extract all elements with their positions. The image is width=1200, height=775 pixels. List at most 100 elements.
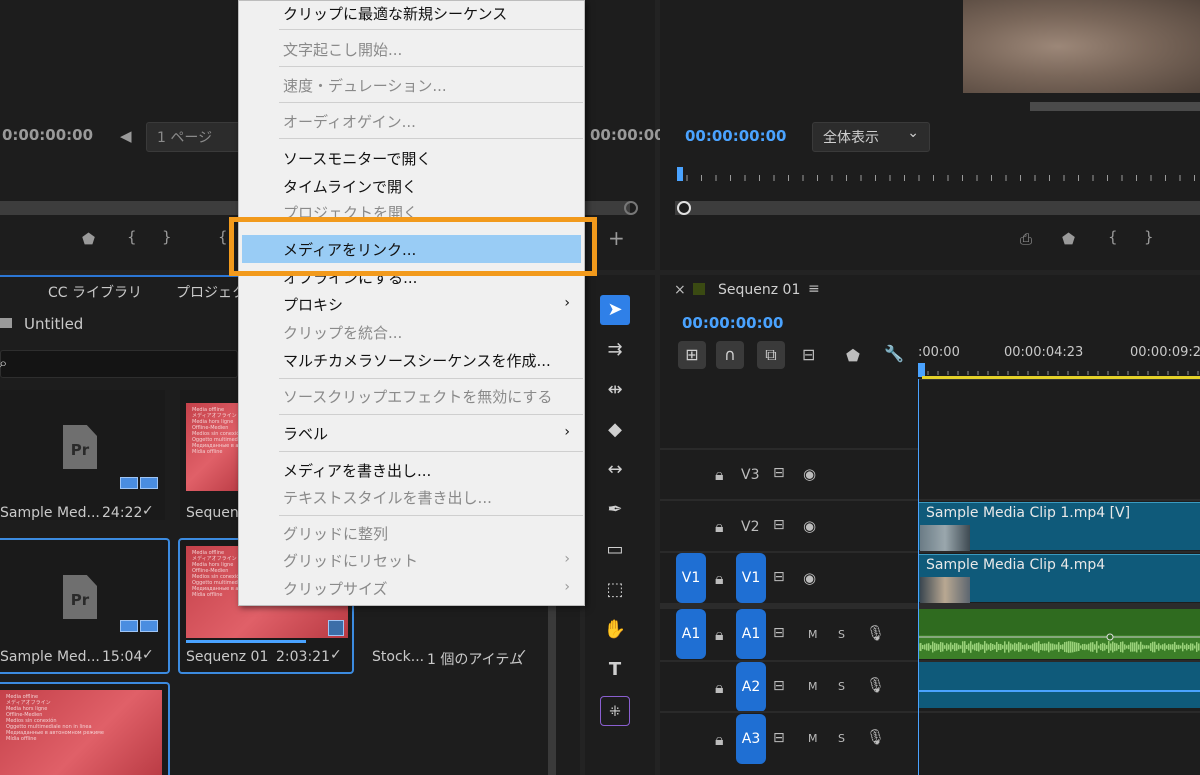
video-clip-4[interactable]: Sample Media Clip 4.mp4 xyxy=(918,554,1200,603)
menu-item-new-sequence-from-clip[interactable]: クリップに最適な新規シーケンス xyxy=(283,3,507,24)
mute-button[interactable]: M xyxy=(808,628,818,641)
go-to-in-icon[interactable]: { xyxy=(218,228,228,246)
microphone-icon[interactable]: 🎙︎ xyxy=(866,728,885,746)
mark-in-icon[interactable]: { xyxy=(127,228,137,246)
mute-button[interactable]: M xyxy=(808,732,818,745)
menu-item-merge-clips: クリップを統合... xyxy=(283,324,403,342)
program-playhead-handle[interactable] xyxy=(677,201,691,215)
add-marker-icon[interactable]: ⬟ xyxy=(846,346,860,365)
item-duration: 24:22 xyxy=(102,505,143,521)
selection-tool-icon[interactable]: ➤ xyxy=(600,295,630,325)
linked-selection-icon[interactable]: ⧉ xyxy=(757,341,785,369)
lock-icon[interactable]: 🔒︎ xyxy=(715,569,724,589)
menu-item-label[interactable]: ラベル xyxy=(283,423,328,444)
item-name: Sample Med... xyxy=(0,649,100,665)
remix-tool-icon[interactable]: ⁜ xyxy=(600,696,630,726)
eye-icon[interactable]: ◉ xyxy=(803,569,816,587)
search-input[interactable]: ⌕ xyxy=(0,350,238,378)
add-edit-icon[interactable]: ⊟ xyxy=(802,345,815,364)
track-target-a3[interactable]: A3 xyxy=(736,714,766,764)
slip-tool-icon[interactable]: ↔ xyxy=(600,455,630,485)
wrench-icon[interactable]: 🔧 xyxy=(884,344,904,363)
track-name-v3[interactable]: V3 xyxy=(741,467,759,483)
sync-lock-icon[interactable]: ⊟ xyxy=(773,465,785,481)
eye-icon[interactable]: ◉ xyxy=(803,465,816,483)
source-patch-a1[interactable]: A1 xyxy=(676,609,706,659)
timeline-panel: × Sequenz 01 ≡ 00:00:00:00 ⊞ ∩ ⧉ ⊟ ⬟ 🔧 :… xyxy=(660,275,1200,775)
timeline-ruler[interactable] xyxy=(918,363,1200,379)
microphone-icon[interactable]: 🎙︎ xyxy=(866,676,885,694)
sync-lock-icon[interactable]: ⊟ xyxy=(773,678,785,694)
pen-tool-icon[interactable]: ✒ xyxy=(600,495,630,525)
prev-page-icon[interactable]: ◀ xyxy=(120,127,132,145)
page-selector[interactable]: 1 ページ xyxy=(146,122,246,152)
menu-item-reset-to-grid: グリッドにリセット xyxy=(283,552,419,570)
tab-cc-library[interactable]: CC ライブラリ xyxy=(48,282,142,302)
source-timecode[interactable]: 0:00:00:00 xyxy=(2,126,93,144)
track-select-tool-icon[interactable]: ⇉ xyxy=(600,335,630,365)
project-scrollbar[interactable] xyxy=(548,605,556,775)
panel-menu-icon[interactable]: ≡ xyxy=(808,281,820,297)
microphone-icon[interactable]: 🎙︎ xyxy=(866,624,885,642)
item-name: Sequenz 01 xyxy=(186,649,269,665)
frame-tool-icon[interactable]: ⬚ xyxy=(600,575,630,605)
audio-clip-1[interactable] xyxy=(918,609,1200,659)
audio-clip-2[interactable] xyxy=(918,662,1200,708)
submenu-arrow-icon: › xyxy=(564,551,570,567)
snap-magnet-icon[interactable]: ∩ xyxy=(716,341,744,369)
solo-button[interactable]: S xyxy=(838,732,845,745)
mark-out-icon[interactable]: } xyxy=(1144,228,1154,246)
video-clip-1[interactable]: Sample Media Clip 1.mp4 [V] xyxy=(918,502,1200,551)
mark-in-icon[interactable]: { xyxy=(1108,228,1118,246)
project-item-sample-media-1[interactable]: Pr xyxy=(0,390,165,520)
add-marker-icon[interactable]: ⬟ xyxy=(1062,230,1075,248)
clip-name: Sample Media Clip 1.mp4 [V] xyxy=(926,505,1131,521)
menu-item-export-media[interactable]: メディアを書き出し... xyxy=(283,460,431,481)
project-item-offline-media[interactable]: Media offline メディアオフライン Media hors ligne… xyxy=(0,682,170,775)
type-tool-icon[interactable]: T xyxy=(600,655,630,685)
eye-icon[interactable]: ◉ xyxy=(803,517,816,535)
ripple-edit-tool-icon[interactable]: ⇹ xyxy=(600,375,630,405)
sync-lock-icon[interactable]: ⊟ xyxy=(773,730,785,746)
insert-nest-icon[interactable]: ⊞ xyxy=(678,341,706,369)
zoom-level-select[interactable]: 全体表示 ⌄ xyxy=(812,122,930,152)
source-playhead-handle[interactable] xyxy=(624,201,638,215)
hand-tool-icon[interactable]: ✋ xyxy=(600,615,630,645)
video-badge-icon xyxy=(120,477,138,489)
button-editor-plus-icon[interactable]: + xyxy=(608,226,625,250)
menu-item-proxy[interactable]: プロキシ xyxy=(283,294,343,315)
track-target-a2[interactable]: A2 xyxy=(736,662,766,712)
menu-item-open-in-timeline[interactable]: タイムラインで開く xyxy=(283,176,417,197)
track-target-a1[interactable]: A1 xyxy=(736,609,766,659)
sync-lock-icon[interactable]: ⊟ xyxy=(773,569,785,585)
lock-icon[interactable]: 🔒︎ xyxy=(715,678,724,698)
check-icon: ✓ xyxy=(516,647,528,663)
lock-icon[interactable]: 🔒︎ xyxy=(715,730,724,750)
razor-tool-icon[interactable]: ◆ xyxy=(600,415,630,445)
source-patch-v1[interactable]: V1 xyxy=(676,553,706,603)
rectangle-tool-icon[interactable]: ▭ xyxy=(600,535,630,565)
program-time-ruler[interactable] xyxy=(675,165,1200,185)
solo-button[interactable]: S xyxy=(838,628,845,641)
mark-out-icon[interactable]: } xyxy=(162,228,172,246)
add-marker-icon[interactable]: ⬟ xyxy=(82,230,95,248)
sync-lock-icon[interactable]: ⊟ xyxy=(773,517,785,533)
export-frame-icon[interactable]: ⎙ xyxy=(1020,230,1032,248)
close-icon[interactable]: × xyxy=(674,282,686,298)
lock-icon[interactable]: 🔒︎ xyxy=(715,625,724,645)
menu-item-create-multicam[interactable]: マルチカメラソースシーケンスを作成... xyxy=(283,350,551,371)
track-target-v1[interactable]: V1 xyxy=(736,553,766,603)
program-scrollbar[interactable] xyxy=(1030,102,1200,111)
sync-lock-icon[interactable]: ⊟ xyxy=(773,625,785,641)
sequence-tab[interactable]: Sequenz 01 xyxy=(718,282,800,298)
program-timecode[interactable]: 00:00:00:00 xyxy=(685,127,787,145)
timeline-timecode[interactable]: 00:00:00:00 xyxy=(682,314,784,332)
playhead-line[interactable] xyxy=(918,379,919,775)
solo-button[interactable]: S xyxy=(838,680,845,693)
track-name-v2[interactable]: V2 xyxy=(741,519,759,535)
menu-item-open-in-source-monitor[interactable]: ソースモニターで開く xyxy=(283,148,431,169)
lock-icon[interactable]: 🔒︎ xyxy=(715,517,724,537)
lock-icon[interactable]: 🔒︎ xyxy=(715,465,724,485)
program-scrub-bar[interactable] xyxy=(675,201,1200,215)
mute-button[interactable]: M xyxy=(808,680,818,693)
